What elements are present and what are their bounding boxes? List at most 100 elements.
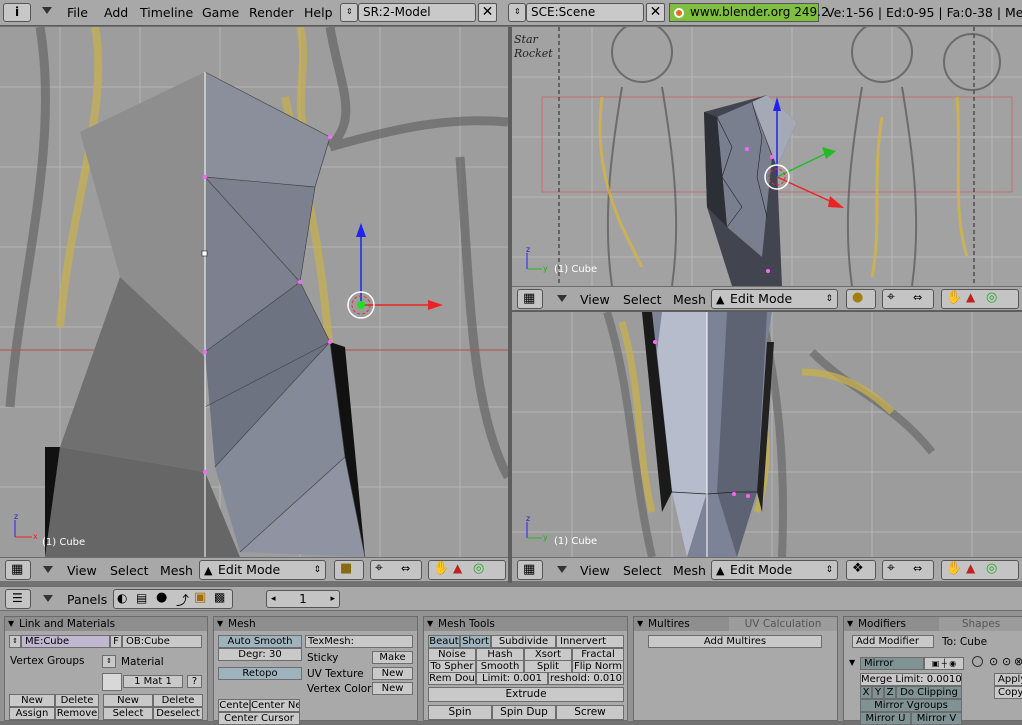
arrow-left-icon[interactable]: ◂ — [271, 591, 276, 607]
scene-delete-button[interactable]: ✕ — [646, 3, 665, 22]
editor-type-button[interactable]: ☰ — [5, 589, 31, 609]
draw-type-button[interactable]: ❖ — [846, 560, 876, 580]
vgroup-remove-button[interactable]: Remove — [55, 707, 99, 720]
vertex-color-new-button[interactable]: New — [372, 682, 413, 695]
manipulator-buttons[interactable]: ✋ ▲ ◎ — [428, 560, 506, 580]
website-link[interactable]: www.blender.org 249.2 — [669, 3, 829, 22]
degree-field[interactable]: Degr: 30 — [218, 648, 302, 661]
panel-title[interactable]: ▼ Link and Materials — [5, 617, 207, 631]
copy-button[interactable]: Copy — [994, 686, 1022, 699]
mesh-name-field[interactable]: ME:Cube — [21, 635, 110, 648]
menu-render[interactable]: Render — [249, 5, 294, 20]
menu-mesh[interactable]: Mesh — [673, 563, 706, 578]
viewport-separator[interactable] — [512, 310, 1022, 312]
subdivide-button[interactable]: Subdivide — [491, 635, 556, 648]
translate-icon[interactable]: ▲ — [966, 561, 975, 575]
panel-title[interactable]: ▼ Mesh Tools — [424, 617, 627, 631]
rotate-icon[interactable]: ◎ — [986, 290, 997, 305]
fake-user-button[interactable]: F — [110, 635, 122, 648]
frame-number-field[interactable]: ◂ 1 ▸ — [266, 590, 340, 608]
menu-select[interactable]: Select — [623, 563, 662, 578]
merge-limit-field[interactable]: Merge Limit: 0.0010 — [860, 673, 962, 686]
close-icon[interactable]: ⊗ — [1014, 655, 1022, 668]
chevron-down-icon[interactable] — [557, 295, 567, 302]
scene-browse-button[interactable]: ⇕ — [508, 3, 526, 22]
pivot-button[interactable]: ⌖ ⇔ — [882, 289, 934, 309]
apply-button[interactable]: Apply — [994, 673, 1022, 686]
panel-title[interactable]: ▼ Mesh — [214, 617, 417, 631]
pivot-button[interactable]: ⌖ ⇔ — [370, 560, 422, 580]
mesh-browse-button[interactable]: ⇕ — [9, 635, 21, 648]
extrude-button[interactable]: Extrude — [428, 687, 624, 702]
texmesh-field[interactable]: TexMesh: — [305, 635, 413, 648]
mirror-v-toggle[interactable]: Mirror V — [911, 712, 962, 725]
panels-menu[interactable]: Panels — [67, 592, 107, 607]
panel-title[interactable]: ▼ Modifiers — [844, 617, 939, 631]
screen-name-field[interactable]: SR:2-Model — [358, 3, 476, 22]
menu-game[interactable]: Game — [202, 5, 239, 20]
material-help-button[interactable]: ? — [187, 675, 202, 688]
vgroup-new-button[interactable]: New — [9, 694, 55, 707]
menu-timeline[interactable]: Timeline — [140, 5, 193, 20]
menu-mesh[interactable]: Mesh — [673, 292, 706, 307]
spin-button[interactable]: Spin — [428, 705, 492, 720]
menu-view[interactable]: View — [580, 563, 610, 578]
panel-title[interactable]: ▼ Multires — [634, 617, 729, 631]
editor-type-button[interactable]: ▦ — [5, 560, 31, 580]
centre-cursor-button[interactable]: Center Cursor — [218, 712, 300, 725]
mode-selector[interactable]: ▲ Edit Mode ⇕ — [711, 560, 838, 580]
object-icon[interactable]: ⤴ — [176, 590, 189, 609]
menu-select[interactable]: Select — [110, 563, 149, 578]
menu-file[interactable]: File — [67, 5, 88, 20]
axis-x-toggle[interactable]: X — [860, 686, 872, 699]
scene-icon[interactable]: ▩ — [214, 590, 225, 604]
chevron-down-icon[interactable] — [43, 595, 53, 602]
retopo-toggle[interactable]: Retopo — [218, 667, 302, 680]
hand-icon[interactable]: ✋ — [946, 290, 962, 305]
menu-view[interactable]: View — [580, 292, 610, 307]
sticky-make-button[interactable]: Make — [372, 651, 413, 664]
material-index-field[interactable]: 1 Mat 1 — [123, 675, 183, 688]
vgroup-assign-button[interactable]: Assign — [9, 707, 55, 720]
menu-help[interactable]: Help — [304, 5, 333, 20]
rotate-icon[interactable]: ◎ — [986, 561, 997, 576]
mirror-vgroups-toggle[interactable]: Mirror Vgroups — [860, 699, 962, 712]
pivot-button[interactable]: ⌖ ⇔ — [882, 560, 934, 580]
hand-icon[interactable]: ✋ — [433, 561, 449, 576]
3d-viewport-right-bottom[interactable]: zy (1) Cube — [512, 312, 1022, 557]
screen-browse-button[interactable]: ⇕ — [340, 3, 358, 22]
menu-view[interactable]: View — [67, 563, 97, 578]
menu-mesh[interactable]: Mesh — [160, 563, 193, 578]
innervert-button[interactable]: Innervert — [556, 635, 624, 648]
menu-add[interactable]: Add — [104, 5, 128, 20]
move-down-icon[interactable]: ⊙ — [1002, 655, 1011, 668]
remove-doubles-button[interactable]: Rem Dou — [428, 672, 476, 685]
draw-type-button[interactable]: ● — [846, 289, 876, 309]
material-color-swatch[interactable] — [102, 673, 122, 691]
threshold-field[interactable]: reshold: 0.010 — [548, 672, 624, 685]
uv-texture-new-button[interactable]: New — [372, 667, 413, 680]
translate-icon[interactable]: ▲ — [453, 561, 462, 575]
editor-type-button[interactable]: ▦ — [517, 560, 543, 580]
object-name-field[interactable]: OB:Cube — [122, 635, 202, 648]
editor-type-button[interactable]: ▦ — [517, 289, 543, 309]
vgroup-delete-button[interactable]: Delete — [55, 694, 99, 707]
add-modifier-button[interactable]: Add Modifier — [852, 635, 934, 648]
logic-icon[interactable]: ◐ — [117, 591, 127, 605]
short-toggle[interactable]: Short — [460, 635, 491, 648]
editing-icon[interactable]: ▣ — [194, 590, 206, 605]
material-select-button[interactable]: Select — [103, 707, 153, 720]
3d-viewport-right-top[interactable]: zy Star Rocket (1) Cube — [512, 27, 1022, 286]
circle-icon[interactable] — [972, 656, 983, 667]
draw-type-button[interactable]: ■ — [334, 560, 364, 580]
centre-button[interactable]: Cente — [218, 699, 250, 712]
material-deselect-button[interactable]: Deselect — [153, 707, 203, 720]
rotate-icon[interactable]: ◎ — [473, 561, 484, 576]
vgroup-browse-button[interactable]: ⇕ — [102, 655, 116, 668]
scene-name-field[interactable]: SCE:Scene — [526, 3, 644, 22]
viewport-separator[interactable] — [508, 27, 512, 583]
shading-icon[interactable]: ● — [156, 590, 167, 605]
manipulator-buttons[interactable]: ✋ ▲ ◎ — [941, 560, 1019, 580]
tab-uv-calculation[interactable]: UV Calculation — [729, 617, 837, 631]
add-multires-button[interactable]: Add Multires — [648, 635, 822, 648]
